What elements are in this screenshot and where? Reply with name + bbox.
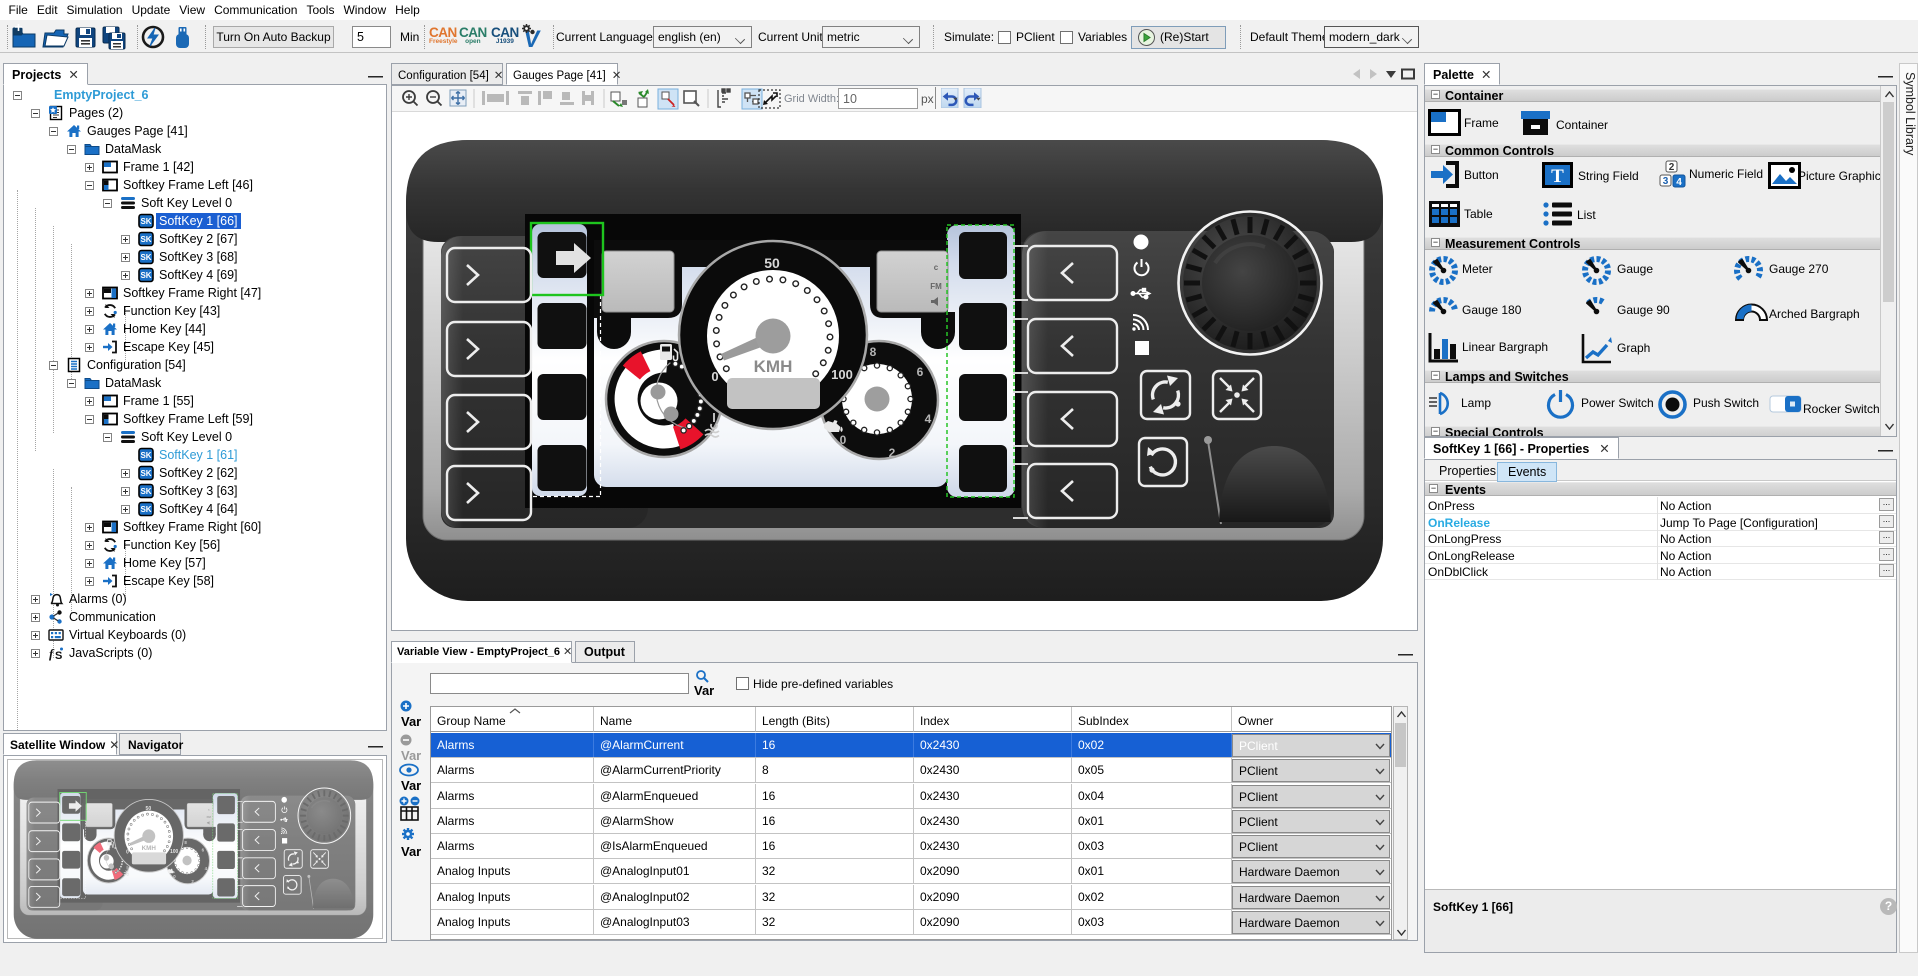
svg-text:Var: Var	[401, 714, 421, 729]
svg-text:6: 6	[917, 365, 924, 379]
svg-text:0: 0	[711, 369, 718, 384]
svg-text:100: 100	[831, 367, 853, 382]
svg-text:4: 4	[1676, 177, 1682, 188]
svg-text:4: 4	[925, 412, 932, 426]
svg-text:Var: Var	[401, 778, 421, 793]
svg-text:8: 8	[870, 345, 877, 359]
svg-text:3: 3	[1663, 176, 1669, 187]
svg-text:2: 2	[889, 446, 896, 460]
svg-text:Var: Var	[401, 844, 421, 859]
svg-text:50: 50	[764, 255, 780, 271]
svg-text:c: c	[934, 263, 939, 272]
svg-text:Var: Var	[401, 748, 421, 763]
svg-text:2: 2	[1669, 162, 1675, 173]
svg-text:KMH: KMH	[754, 357, 793, 376]
svg-text:T: T	[1551, 166, 1564, 187]
svg-text:0: 0	[840, 433, 847, 447]
svg-text:FM: FM	[930, 282, 942, 291]
svg-text:Var: Var	[694, 683, 714, 698]
